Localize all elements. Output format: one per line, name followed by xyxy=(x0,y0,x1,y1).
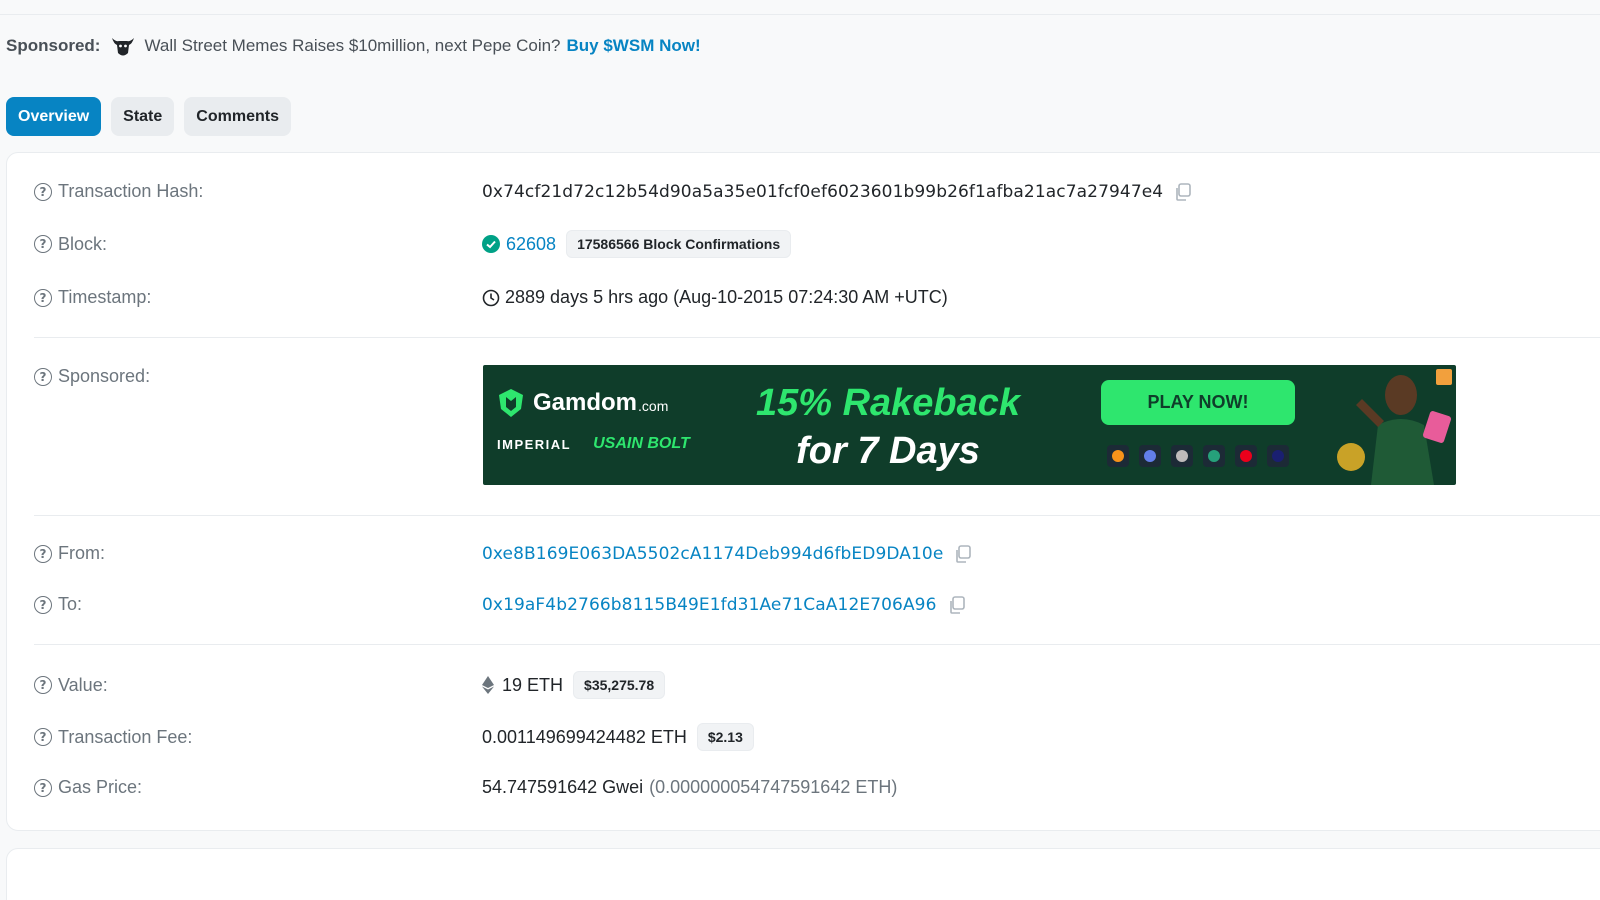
tab-overview[interactable]: Overview xyxy=(6,97,102,136)
top-divider xyxy=(0,14,1600,15)
row-value: ? Value: 19 ETH $35,275.78 xyxy=(34,671,1600,699)
value-usd-badge: $35,275.78 xyxy=(573,671,666,699)
divider xyxy=(34,337,1600,338)
copy-icon[interactable] xyxy=(947,595,967,615)
sponsored-link[interactable]: Buy $WSM Now! xyxy=(567,36,701,56)
help-icon[interactable]: ? xyxy=(34,367,52,386)
tab-state[interactable]: State xyxy=(111,97,175,136)
visa-icon xyxy=(1267,445,1289,467)
to-label: To: xyxy=(58,594,83,614)
sponsored-row-label: Sponsored: xyxy=(58,366,151,386)
sponsored-text: Wall Street Memes Raises $10million, nex… xyxy=(144,36,561,55)
check-circle-icon xyxy=(482,235,500,253)
value-amount: 19 ETH xyxy=(502,674,564,695)
block-number-link[interactable]: 62608 xyxy=(506,234,556,255)
help-icon[interactable]: ? xyxy=(34,676,52,694)
ethereum-icon xyxy=(1139,445,1161,467)
help-icon[interactable]: ? xyxy=(34,728,52,746)
row-from: ? From: 0xe8B169E063DA5502cA1174Deb994d6f… xyxy=(34,543,1600,564)
row-gas-price: ? Gas Price: 54.747591642 Gwei (0.0000000… xyxy=(34,777,1600,798)
transaction-fee-label: Transaction Fee: xyxy=(58,726,193,747)
payment-icons xyxy=(1107,445,1289,467)
row-transaction-hash: ? Transaction Hash: 0x74cf21d72c12b54d90a… xyxy=(34,181,1600,202)
gas-price-gwei: 54.747591642 Gwei xyxy=(482,777,644,797)
timestamp-label: Timestamp: xyxy=(58,287,152,307)
bitcoin-icon xyxy=(1107,445,1129,467)
transaction-hash-value: 0x74cf21d72c12b54d90a5a35e01fcf0ef602360… xyxy=(482,181,1164,202)
transaction-fee-amount: 0.001149699424482 ETH xyxy=(482,726,687,747)
divider xyxy=(34,644,1600,645)
tab-bar: Overview State Comments xyxy=(6,97,291,136)
help-icon[interactable]: ? xyxy=(34,595,52,614)
clock-icon xyxy=(482,289,500,307)
sponsored-banner-ad[interactable]: Gamdom .com IMPERIAL USAIN BOLT 15% Rakeb… xyxy=(483,365,1456,485)
transaction-hash-label: Transaction Hash: xyxy=(58,181,204,201)
block-confirmations-badge: 17586566 Block Confirmations xyxy=(566,230,792,258)
from-address-link[interactable]: 0xe8B169E063DA5502cA1174Deb994d6fbED9DA1… xyxy=(482,544,943,564)
sponsored-bar: Sponsored: Wall Street Memes Raises $10m… xyxy=(6,32,701,60)
gamdom-shield-icon xyxy=(499,389,523,417)
row-transaction-fee: ? Transaction Fee: 0.001149699424482 ETH … xyxy=(34,723,1600,751)
gas-price-eth: (0.000000054747591642 ETH) xyxy=(649,777,898,797)
litecoin-icon xyxy=(1171,445,1193,467)
block-label: Block: xyxy=(58,233,108,254)
usain-bolt-logo: USAIN BOLT xyxy=(593,435,690,452)
copy-icon[interactable] xyxy=(953,544,973,564)
banner-partners: IMPERIAL USAIN BOLT xyxy=(497,435,690,453)
transaction-overview-card: ? Transaction Hash: 0x74cf21d72c12b54d90a… xyxy=(6,152,1600,831)
athlete-figure-icon xyxy=(1326,365,1456,485)
transaction-fee-usd-badge: $2.13 xyxy=(696,723,754,751)
timestamp-value: 2889 days 5 hrs ago (Aug-10-2015 07:24:3… xyxy=(505,287,948,307)
help-icon[interactable]: ? xyxy=(34,288,52,307)
ethereum-icon xyxy=(482,676,494,694)
gamdom-logo: Gamdom .com xyxy=(497,387,668,419)
row-to: ? To: 0x19aF4b2766b8115B49E1fd31Ae71CaA12… xyxy=(34,594,1600,615)
mastercard-icon xyxy=(1235,445,1257,467)
help-icon[interactable]: ? xyxy=(34,544,52,563)
gas-price-label: Gas Price: xyxy=(58,777,143,797)
bull-logo-icon xyxy=(110,33,136,59)
sponsored-label: Sponsored: xyxy=(6,36,101,55)
tab-comments[interactable]: Comments xyxy=(184,97,291,136)
divider xyxy=(34,515,1600,516)
tether-icon xyxy=(1203,445,1225,467)
row-block: ? Block: 62608 17586566 Block Confirmatio… xyxy=(34,230,1600,258)
from-label: From: xyxy=(58,543,105,563)
copy-icon[interactable] xyxy=(1173,182,1193,202)
to-address-link[interactable]: 0x19aF4b2766b8115B49E1fd31Ae71CaA12E706A… xyxy=(482,595,937,615)
help-icon[interactable]: ? xyxy=(34,182,52,201)
help-icon[interactable]: ? xyxy=(34,235,52,253)
more-details-card xyxy=(6,848,1600,900)
value-label: Value: xyxy=(58,674,108,695)
imperial-logo: IMPERIAL xyxy=(497,436,572,452)
row-timestamp: ? Timestamp: 2889 days 5 hrs ago (Aug-10-… xyxy=(34,287,1600,308)
play-now-button[interactable]: PLAY NOW! xyxy=(1101,380,1295,425)
banner-headline: 15% Rakeback for 7 Days xyxy=(755,382,1021,472)
help-icon[interactable]: ? xyxy=(34,778,52,797)
